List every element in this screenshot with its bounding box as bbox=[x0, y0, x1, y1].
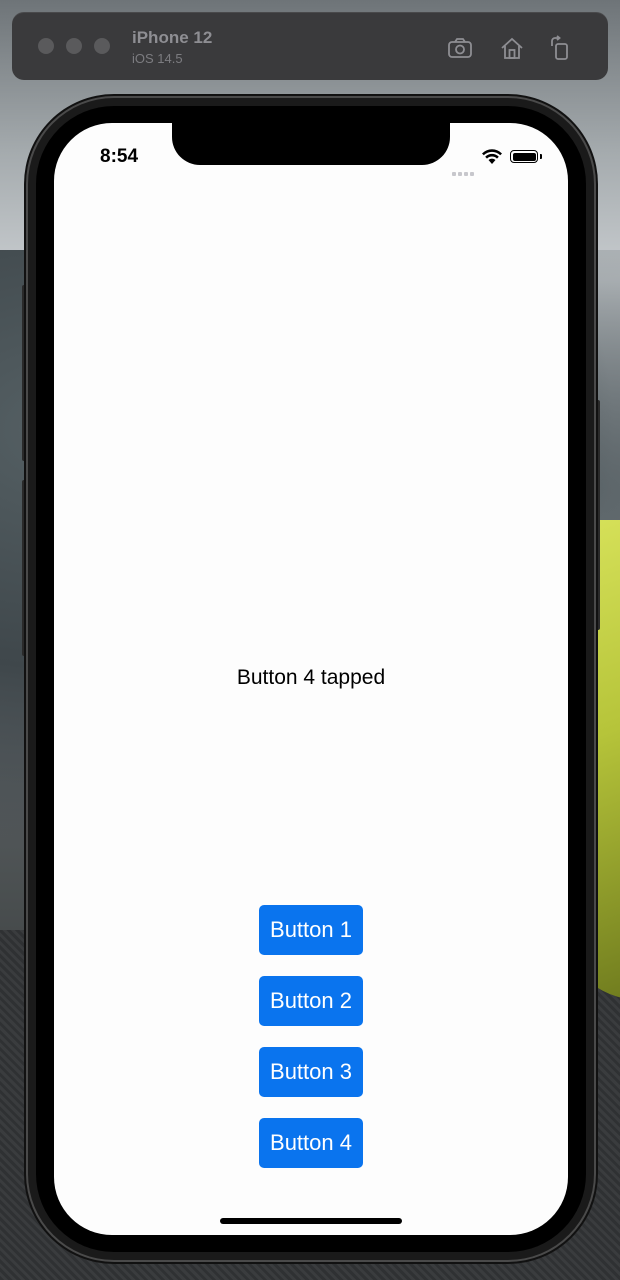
minimize-window-button[interactable] bbox=[66, 38, 82, 54]
wifi-icon bbox=[480, 147, 504, 165]
cellular-signal-icon bbox=[452, 158, 476, 176]
button-4[interactable]: Button 4 bbox=[259, 1118, 363, 1168]
simulator-title-bar: iPhone 12 iOS 14.5 bbox=[12, 12, 608, 80]
phone-screen: 8:54 Button 4 tapped Button 1 Button 2 B… bbox=[54, 123, 568, 1235]
notch bbox=[172, 123, 450, 165]
screenshot-icon[interactable] bbox=[446, 34, 474, 62]
device-os-version: iOS 14.5 bbox=[132, 51, 183, 66]
side-power-button bbox=[594, 400, 600, 630]
home-indicator[interactable] bbox=[220, 1218, 402, 1224]
home-icon[interactable] bbox=[498, 34, 526, 62]
tapped-message-label: Button 4 tapped bbox=[236, 666, 386, 689]
close-window-button[interactable] bbox=[38, 38, 54, 54]
zoom-window-button[interactable] bbox=[94, 38, 110, 54]
button-3[interactable]: Button 3 bbox=[259, 1047, 363, 1097]
button-stack: Button 1 Button 2 Button 3 Button 4 bbox=[54, 905, 568, 1168]
status-bar-time: 8:54 bbox=[100, 146, 139, 167]
button-1[interactable]: Button 1 bbox=[259, 905, 363, 955]
button-2[interactable]: Button 2 bbox=[259, 976, 363, 1026]
rotate-icon[interactable] bbox=[546, 34, 574, 62]
device-name: iPhone 12 bbox=[132, 28, 213, 47]
battery-cap bbox=[540, 154, 542, 159]
battery-icon bbox=[510, 150, 538, 163]
